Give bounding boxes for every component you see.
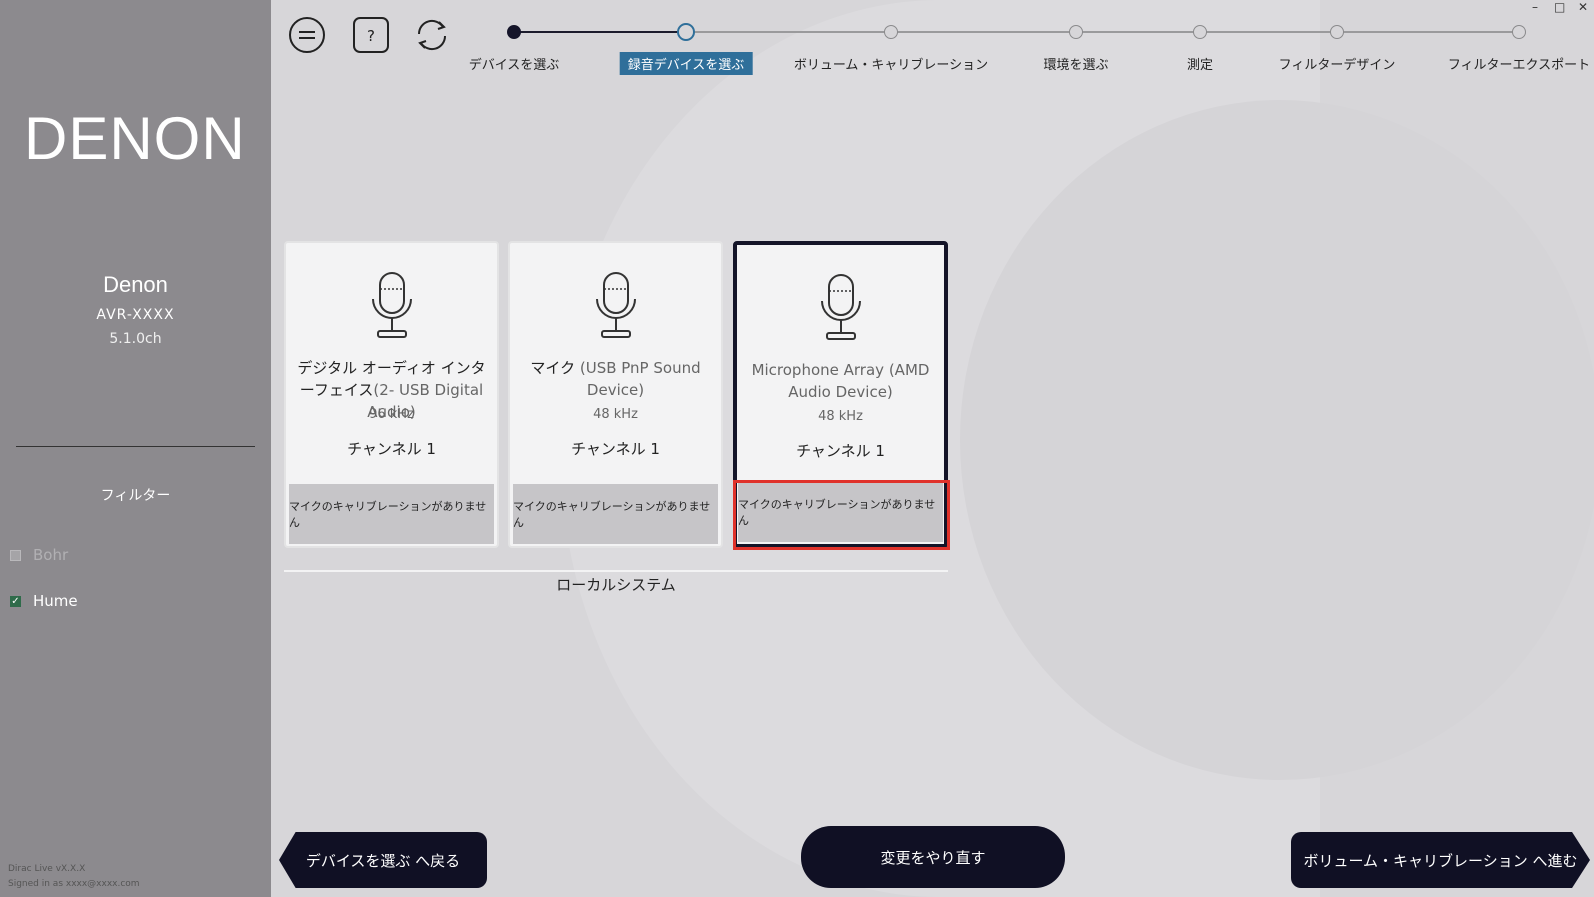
reset-button[interactable]: 変更をやり直す bbox=[801, 826, 1065, 888]
refresh-icon bbox=[417, 19, 447, 50]
step-label-filter-design[interactable]: フィルターデザイン bbox=[1279, 54, 1396, 73]
step-dot-2[interactable] bbox=[677, 23, 695, 41]
checkbox-unchecked-icon[interactable] bbox=[10, 549, 21, 561]
sample-rate: 96 kHz bbox=[369, 407, 414, 422]
filter-label: Bohr bbox=[33, 546, 69, 564]
calibration-highlight bbox=[733, 480, 950, 550]
filter-item-bohr[interactable]: Bohr bbox=[10, 546, 68, 564]
sidebar: DENON Denon AVR-XXXX 5.1.0ch フィルター Bohr … bbox=[0, 0, 271, 897]
menu-icon bbox=[289, 16, 325, 53]
menu-button[interactable] bbox=[288, 16, 325, 53]
microphone-icon bbox=[820, 274, 861, 340]
step-dot-3[interactable] bbox=[884, 25, 898, 39]
app-version: Dirac Live vX.X.X bbox=[8, 864, 86, 874]
channel-label: チャンネル 1 bbox=[571, 440, 660, 458]
maximize-icon[interactable]: □ bbox=[1554, 0, 1565, 14]
microphone-icon bbox=[595, 272, 636, 338]
sample-rate: 48 kHz bbox=[593, 407, 638, 422]
channel-label: チャンネル 1 bbox=[347, 440, 436, 458]
next-button[interactable]: ボリューム・キャリブレーション へ進む bbox=[1291, 832, 1590, 888]
step-dot-6[interactable] bbox=[1330, 25, 1344, 39]
background-decoration-circle bbox=[960, 100, 1594, 780]
device-card-digital-audio-interface[interactable]: デジタル オーディオ インターフェイス(2- USB Digital Audio… bbox=[284, 241, 499, 548]
signed-in-user: Signed in as xxxx@xxxx.com bbox=[8, 879, 140, 889]
step-label-select-device[interactable]: デバイスを選ぶ bbox=[469, 54, 560, 73]
device-name: Microphone Array (AMD Audio Device) bbox=[751, 361, 930, 401]
help-icon: ? bbox=[353, 16, 389, 53]
minimize-icon[interactable]: – bbox=[1532, 0, 1538, 14]
step-label-filter-export[interactable]: フィルターエクスポート bbox=[1448, 54, 1590, 73]
channel-label: チャンネル 1 bbox=[796, 442, 885, 460]
help-button[interactable]: ? bbox=[352, 16, 389, 53]
calibration-status-button[interactable]: マイクのキャリブレーションがありません bbox=[513, 484, 718, 544]
close-icon[interactable]: ✕ bbox=[1578, 0, 1588, 14]
step-label-select-environment[interactable]: 環境を選ぶ bbox=[1043, 54, 1108, 73]
step-dot-4[interactable] bbox=[1069, 25, 1083, 39]
step-dot-1[interactable] bbox=[507, 25, 521, 39]
step-label-volume-calibration[interactable]: ボリューム・キャリブレーション bbox=[794, 54, 988, 73]
denon-logo: DENON bbox=[24, 105, 246, 172]
back-button[interactable]: デバイスを選ぶ へ戻る bbox=[279, 832, 487, 888]
calibration-status-button[interactable]: マイクのキャリブレーションがありません bbox=[289, 484, 494, 544]
device-card-usb-mic[interactable]: マイク (USB PnP Sound Device) 48 kHz チャンネル … bbox=[508, 241, 723, 548]
step-dot-5[interactable] bbox=[1193, 25, 1207, 39]
sidebar-divider bbox=[16, 446, 255, 447]
device-channels: 5.1.0ch bbox=[109, 331, 162, 347]
step-dot-7[interactable] bbox=[1512, 25, 1526, 39]
group-label-local-system: ローカルシステム bbox=[556, 576, 676, 594]
step-progress-line-active bbox=[514, 31, 685, 33]
step-label-measurement[interactable]: 測定 bbox=[1187, 54, 1213, 73]
group-divider bbox=[284, 570, 948, 572]
filter-title: フィルター bbox=[100, 488, 171, 504]
checkbox-checked-icon[interactable]: ✓ bbox=[10, 595, 21, 607]
microphone-icon bbox=[371, 272, 412, 338]
sample-rate: 48 kHz bbox=[818, 409, 863, 424]
device-brand: Denon bbox=[103, 272, 168, 297]
refresh-button[interactable] bbox=[413, 16, 450, 53]
device-name: マイク (USB PnP Sound Device) bbox=[530, 359, 701, 399]
step-label-select-recording-device[interactable]: 録音デバイスを選ぶ bbox=[619, 52, 753, 75]
device-model: AVR-XXXX bbox=[96, 307, 175, 323]
svg-text:?: ? bbox=[367, 27, 375, 45]
